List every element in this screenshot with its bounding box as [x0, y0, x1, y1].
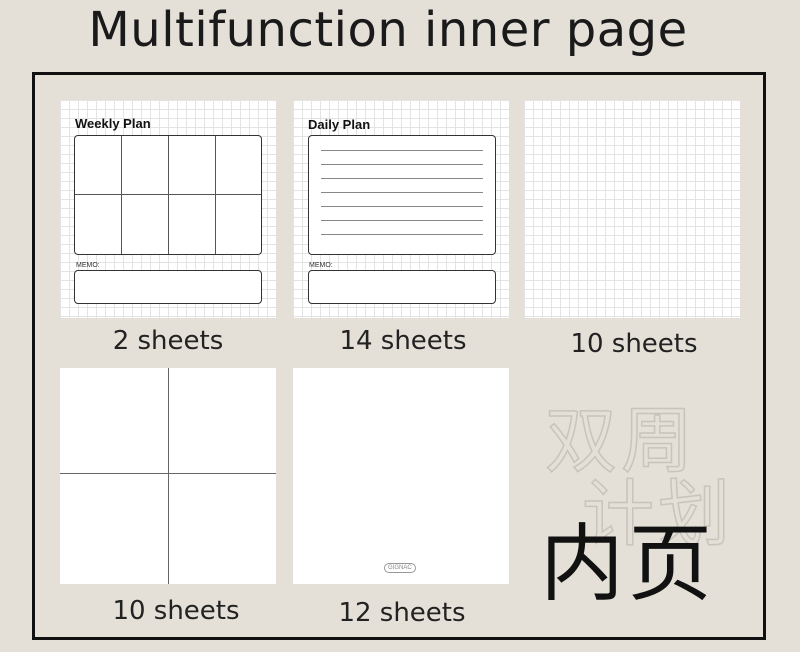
daily-memo-label: MEMO:: [309, 262, 333, 269]
weekly-memo-box: [74, 270, 262, 304]
inner-page-label: 内页: [540, 515, 717, 613]
weekly-memo-label: MEMO:: [76, 262, 100, 269]
daily-plan-caption: 14 sheets: [339, 326, 467, 356]
quadrant-sheet: [60, 368, 276, 584]
daily-plan-heading: Daily Plan: [308, 117, 371, 132]
watermark-line1: 双周: [544, 399, 698, 483]
daily-lines-box: [308, 135, 496, 255]
weekly-grid-box: [74, 135, 262, 255]
quadrant-caption: 10 sheets: [112, 596, 240, 626]
grid-caption: 10 sheets: [570, 329, 698, 359]
weekly-plan-heading: Weekly Plan: [75, 116, 151, 131]
grid-sheet: [524, 100, 740, 318]
brand-logo: GIGNAC: [384, 563, 416, 573]
weekly-plan-caption: 2 sheets: [112, 326, 224, 356]
blank-sheet: GIGNAC: [293, 368, 509, 584]
blank-caption: 12 sheets: [338, 598, 466, 628]
daily-plan-sheet: Daily Plan MEMO:: [293, 100, 509, 318]
daily-memo-box: [308, 270, 496, 304]
weekly-plan-sheet: Weekly Plan MEMO:: [60, 100, 276, 318]
page-title: Multifunction inner page: [88, 2, 688, 58]
